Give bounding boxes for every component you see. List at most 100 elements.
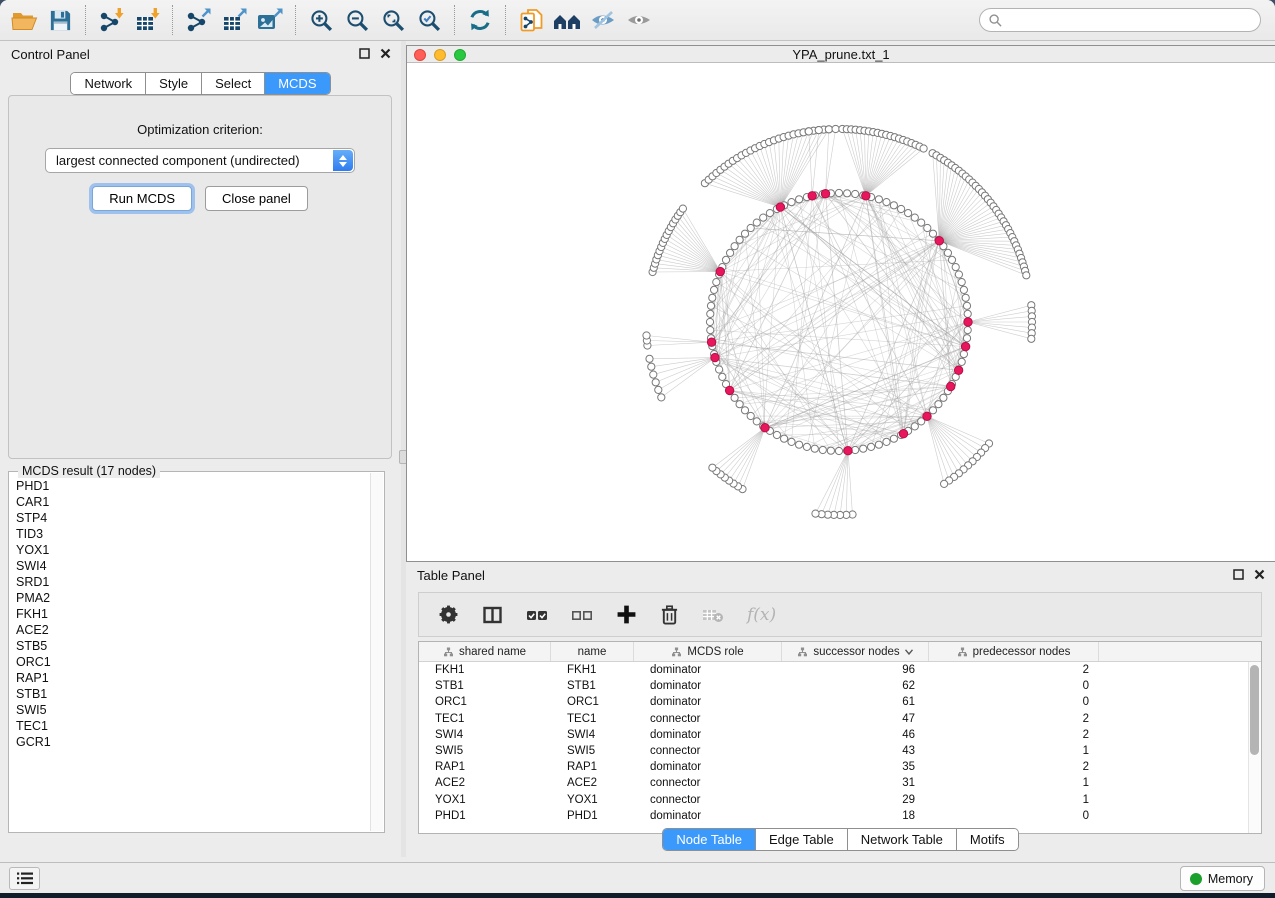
- table-row[interactable]: SWI4SWI4dominator462: [419, 727, 1261, 743]
- add-row-icon[interactable]: [616, 604, 637, 625]
- mcds-result-item[interactable]: STB5: [16, 638, 384, 654]
- table-row[interactable]: ACE2ACE2connector311: [419, 775, 1261, 791]
- network-window-titlebar: YPA_prune.txt_1: [407, 46, 1275, 63]
- network-edge: [725, 428, 765, 478]
- tab-network[interactable]: Network: [71, 73, 145, 94]
- mcds-result-item[interactable]: FKH1: [16, 606, 384, 622]
- zoom-selected-button[interactable]: [411, 3, 447, 37]
- clone-network-button[interactable]: [513, 3, 549, 37]
- mcds-result-item[interactable]: SWI5: [16, 702, 384, 718]
- network-node: [719, 373, 726, 380]
- tab-motifs[interactable]: Motifs: [956, 829, 1018, 850]
- network-edge: [871, 197, 927, 416]
- network-canvas[interactable]: [407, 63, 1275, 561]
- network-node: [898, 205, 905, 212]
- search-input[interactable]: [1008, 10, 1260, 30]
- mcds-result-item[interactable]: RAP1: [16, 670, 384, 686]
- refresh-view-button[interactable]: [462, 3, 498, 37]
- function-builder-icon[interactable]: f(x): [747, 605, 776, 625]
- network-edge: [757, 223, 765, 428]
- column-header-name[interactable]: name: [551, 642, 634, 661]
- close-panel-icon[interactable]: [380, 48, 391, 59]
- column-header-shared-name[interactable]: shared name: [419, 642, 551, 661]
- show-panels-button[interactable]: [9, 867, 40, 890]
- tab-node-table[interactable]: Node Table: [663, 829, 755, 850]
- network-edge: [866, 149, 924, 196]
- open-file-button[interactable]: [6, 3, 42, 37]
- zoom-out-button[interactable]: [339, 3, 375, 37]
- zoom-fit-button[interactable]: [375, 3, 411, 37]
- home-button[interactable]: [549, 3, 585, 37]
- save-session-button[interactable]: [42, 3, 78, 37]
- mcds-result-item[interactable]: TEC1: [16, 718, 384, 734]
- mcds-result-item[interactable]: YOX1: [16, 542, 384, 558]
- table-cell: FKH1: [551, 664, 634, 676]
- network-node: [709, 464, 716, 471]
- result-scrollbar[interactable]: [370, 473, 383, 831]
- delete-row-icon[interactable]: [660, 604, 679, 626]
- network-graph[interactable]: [407, 63, 1275, 561]
- tab-edge-table[interactable]: Edge Table: [755, 829, 847, 850]
- tab-mcds[interactable]: MCDS: [264, 73, 329, 94]
- mcds-result-item[interactable]: STB1: [16, 686, 384, 702]
- split-panel-icon[interactable]: [482, 605, 503, 625]
- clear-table-icon[interactable]: [702, 607, 724, 623]
- table-row[interactable]: SWI5SWI5connector431: [419, 743, 1261, 759]
- table-row[interactable]: STB1STB1dominator620: [419, 678, 1261, 694]
- network-edge: [729, 164, 781, 207]
- export-network-button[interactable]: [180, 3, 216, 37]
- float-panel-icon[interactable]: [359, 48, 370, 59]
- network-node: [883, 438, 890, 445]
- export-image-button[interactable]: [252, 3, 288, 37]
- mcds-result-item[interactable]: SWI4: [16, 558, 384, 574]
- table-row[interactable]: FKH1FKH1dominator962: [419, 662, 1261, 678]
- network-edge: [729, 428, 765, 481]
- close-panel-icon[interactable]: [1254, 569, 1265, 580]
- table-scrollbar-thumb[interactable]: [1250, 665, 1259, 755]
- column-header-predecessor-nodes[interactable]: predecessor nodes: [929, 642, 1099, 661]
- network-node: [648, 363, 655, 370]
- table-row[interactable]: TEC1TEC1connector472: [419, 711, 1261, 727]
- tab-select[interactable]: Select: [201, 73, 264, 94]
- settings-gear-icon[interactable]: [438, 604, 459, 625]
- import-table-button[interactable]: [129, 3, 165, 37]
- mcds-result-item[interactable]: STP4: [16, 510, 384, 526]
- mcds-result-item[interactable]: TID3: [16, 526, 384, 542]
- run-mcds-button[interactable]: Run MCDS: [92, 186, 192, 211]
- import-network-button[interactable]: [93, 3, 129, 37]
- show-all-button[interactable]: [621, 3, 657, 37]
- close-panel-button[interactable]: Close panel: [205, 186, 308, 211]
- table-row[interactable]: PHD1PHD1dominator180: [419, 808, 1261, 824]
- table-row[interactable]: ORC1ORC1dominator610: [419, 694, 1261, 710]
- network-node: [862, 192, 870, 200]
- mcds-result-item[interactable]: ORC1: [16, 654, 384, 670]
- mcds-result-item[interactable]: ACE2: [16, 622, 384, 638]
- network-node: [958, 358, 965, 365]
- mcds-result-item[interactable]: PMA2: [16, 590, 384, 606]
- select-all-icon[interactable]: [526, 607, 548, 623]
- column-header-mcds-role[interactable]: MCDS role: [634, 642, 782, 661]
- column-header-successor-nodes[interactable]: successor nodes: [782, 642, 929, 661]
- mcds-result-item[interactable]: GCR1: [16, 734, 384, 750]
- network-node: [929, 407, 936, 414]
- float-panel-icon[interactable]: [1233, 569, 1244, 580]
- zoom-in-button[interactable]: [303, 3, 339, 37]
- memory-button[interactable]: Memory: [1180, 866, 1265, 891]
- export-table-button[interactable]: [216, 3, 252, 37]
- optimization-criterion-select[interactable]: largest connected component (undirected): [45, 148, 355, 173]
- tab-style[interactable]: Style: [145, 73, 201, 94]
- table-row[interactable]: RAP1RAP1dominator352: [419, 759, 1261, 775]
- table-cell: ORC1: [551, 696, 634, 708]
- application-window: Control Panel NetworkStyleSelectMCDS Opt…: [0, 0, 1275, 893]
- table-cell: dominator: [634, 729, 782, 741]
- mcds-result-item[interactable]: PHD1: [16, 478, 384, 494]
- table-row[interactable]: YOX1YOX1connector291: [419, 792, 1261, 808]
- mcds-result-item[interactable]: SRD1: [16, 574, 384, 590]
- hide-selected-button[interactable]: [585, 3, 621, 37]
- network-node: [803, 443, 810, 450]
- mcds-result-item[interactable]: CAR1: [16, 494, 384, 510]
- mcds-result-box: MCDS result (17 nodes) PHD1CAR1STP4TID3Y…: [8, 471, 385, 833]
- tab-network-table[interactable]: Network Table: [847, 829, 956, 850]
- deselect-all-icon[interactable]: [571, 607, 593, 623]
- network-node: [658, 394, 665, 401]
